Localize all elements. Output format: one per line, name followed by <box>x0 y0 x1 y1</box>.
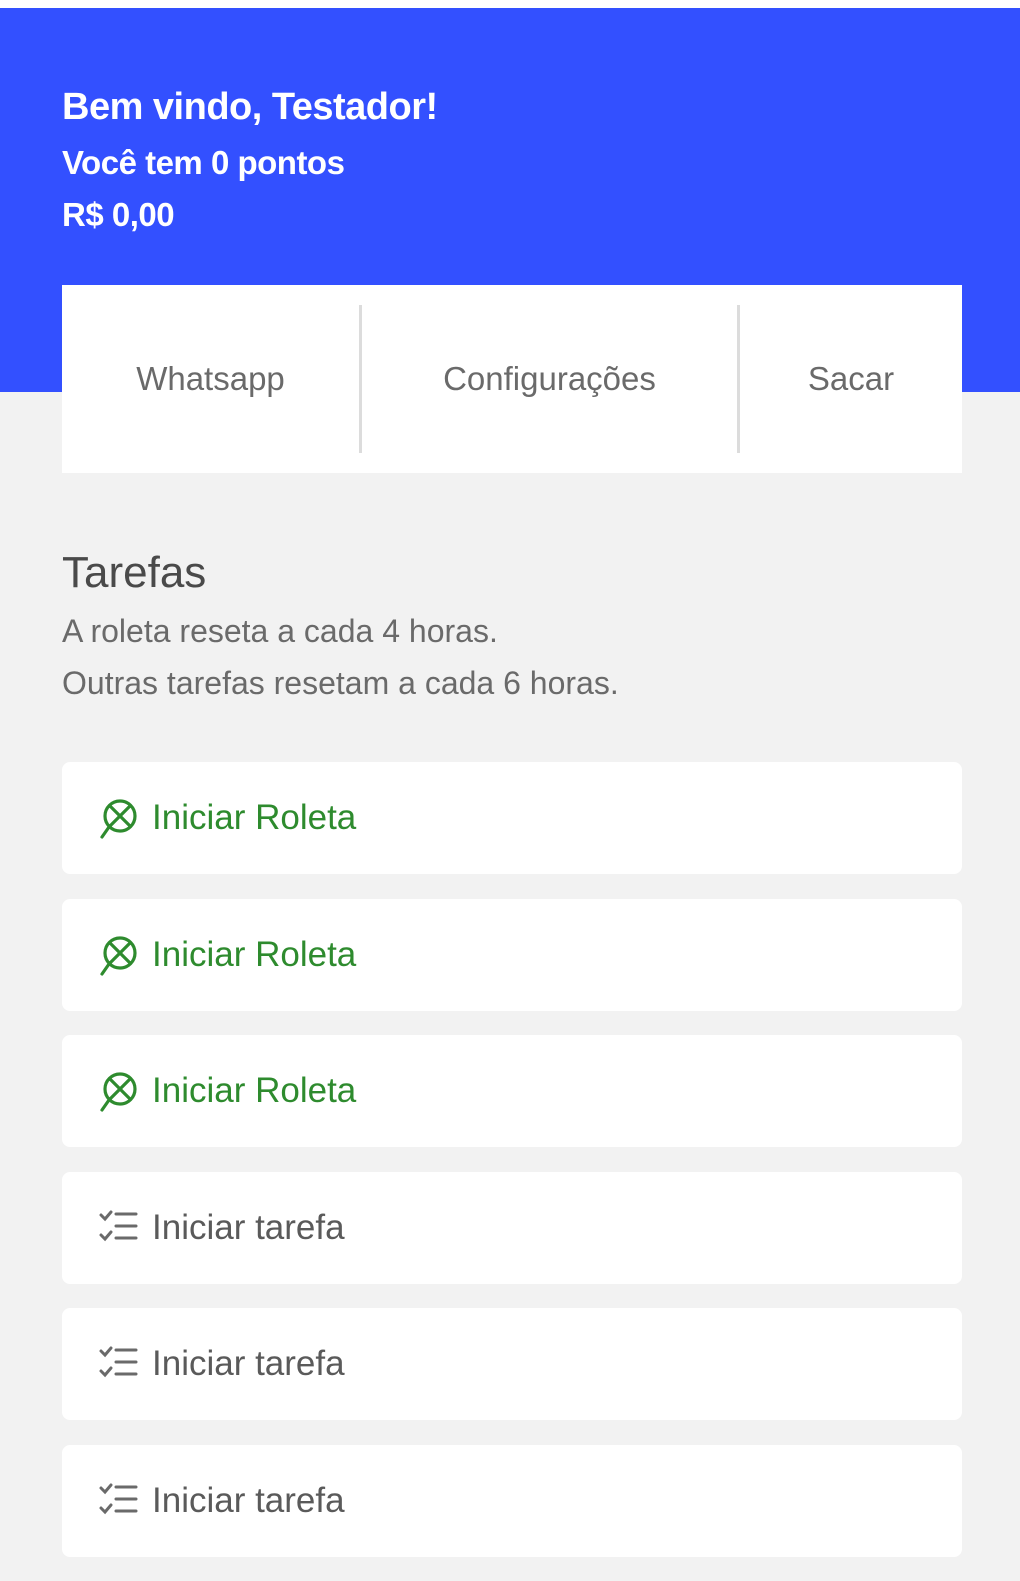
checklist-icon <box>96 1478 142 1524</box>
nav-card: Whatsapp Configurações Sacar <box>62 285 962 473</box>
tasks-desc-roulette: A roleta reseta a cada 4 horas. <box>62 613 498 649</box>
roulette-icon <box>96 932 142 978</box>
task-label: Iniciar Roleta <box>152 798 357 837</box>
checklist-icon <box>96 1205 142 1251</box>
checklist-icon <box>96 1341 142 1387</box>
task-label: Iniciar tarefa <box>152 1480 345 1520</box>
top-border <box>0 0 1020 8</box>
task-label: Iniciar tarefa <box>152 1207 345 1247</box>
task-label: Iniciar tarefa <box>152 1344 345 1383</box>
start-roulette-button[interactable]: Iniciar Roleta <box>62 1035 962 1147</box>
points-text: Você tem 0 pontos <box>62 144 345 181</box>
start-roulette-button[interactable]: Iniciar Roleta <box>62 898 962 1011</box>
settings-button[interactable]: Configurações <box>362 285 737 473</box>
withdraw-button[interactable]: Sacar <box>740 285 962 473</box>
task-list: Iniciar Roleta Iniciar Roleta Iniciar Ro… <box>62 762 962 1581</box>
balance-text: R$ 0,00 <box>62 196 175 233</box>
start-task-button[interactable]: Iniciar tarefa <box>62 1171 962 1284</box>
roulette-icon <box>96 795 142 841</box>
start-task-button[interactable]: Iniciar tarefa <box>62 1444 962 1557</box>
tasks-title: Tarefas <box>62 548 207 597</box>
task-label: Iniciar Roleta <box>152 934 357 974</box>
start-task-button[interactable]: Iniciar tarefa <box>62 1308 962 1420</box>
roulette-icon <box>96 1068 142 1114</box>
start-roulette-button[interactable]: Iniciar Roleta <box>62 762 962 874</box>
whatsapp-button[interactable]: Whatsapp <box>62 285 359 473</box>
tasks-desc-other: Outras tarefas resetam a cada 6 horas. <box>62 665 619 701</box>
task-label: Iniciar Roleta <box>152 1071 357 1110</box>
greeting-text: Bem vindo, Testador! <box>62 86 438 128</box>
